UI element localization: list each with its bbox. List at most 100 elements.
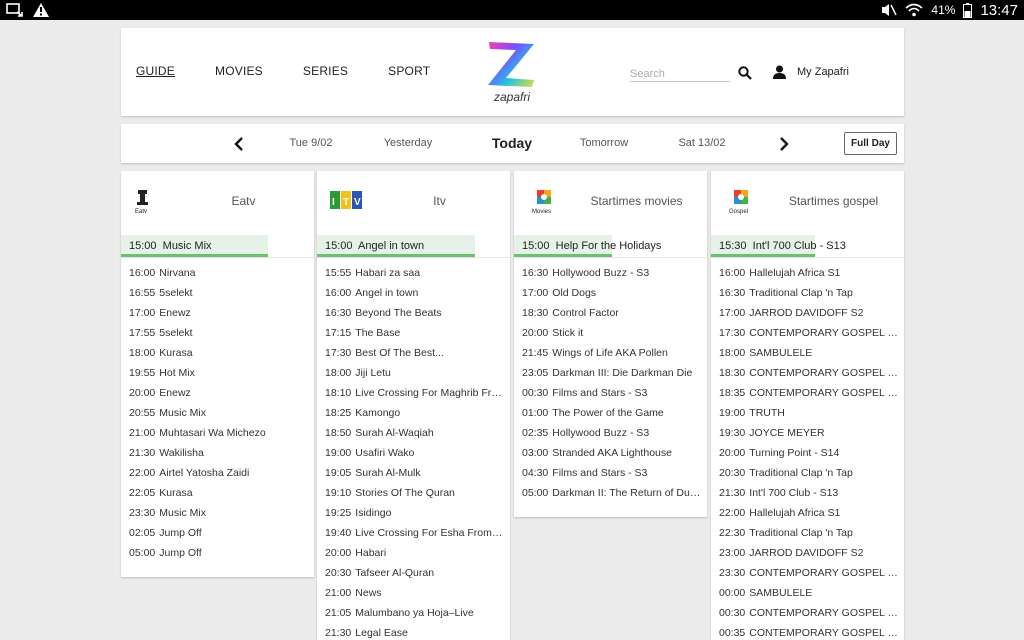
program-row[interactable]: 17:55 5selekt xyxy=(121,323,314,343)
now-playing[interactable]: 15:00 Music Mix xyxy=(121,231,314,258)
program-row[interactable]: 03:00 Stranded AKA Lighthouse xyxy=(514,443,707,463)
program-row[interactable]: 18:30 Control Factor xyxy=(514,303,707,323)
program-time: 00:30 xyxy=(522,387,549,399)
now-playing[interactable]: 15:00 Angel in town xyxy=(317,231,510,258)
program-row[interactable]: 16:30 Hollywood Buzz - S3 xyxy=(514,263,707,283)
my-account-link[interactable]: My Zapafri xyxy=(797,66,849,78)
program-time: 21:45 xyxy=(522,347,549,359)
date-sat[interactable]: Sat 13/02 xyxy=(678,137,725,149)
program-row[interactable]: 17:00 JARROD DAVIDOFF S2 xyxy=(711,303,904,323)
user-icon[interactable] xyxy=(773,65,786,79)
date-today[interactable]: Today xyxy=(492,135,532,151)
nav-guide[interactable]: GUIDE xyxy=(136,64,175,78)
program-row[interactable]: 23:05 Darkman III: Die Darkman Die xyxy=(514,363,707,383)
program-row[interactable]: 20:00 Turning Point - S14 xyxy=(711,443,904,463)
program-row[interactable]: 18:35 CONTEMPORARY GOSPEL (30) xyxy=(711,383,904,403)
program-row[interactable]: 17:30 Best Of The Best... xyxy=(317,343,510,363)
program-row[interactable]: 19:40 Live Crossing For Esha From M... xyxy=(317,523,510,543)
now-playing[interactable]: 15:00 Help For the Holidays xyxy=(514,231,707,258)
search-icon[interactable] xyxy=(738,66,752,80)
chevron-right-icon[interactable] xyxy=(777,136,791,152)
now-playing-title: Int'l 700 Club - S13 xyxy=(752,240,846,252)
program-row[interactable]: 21:05 Malumbano ya Hoja–Live xyxy=(317,603,510,623)
program-row[interactable]: 23:00 JARROD DAVIDOFF S2 xyxy=(711,543,904,563)
date-tue[interactable]: Tue 9/02 xyxy=(289,137,332,149)
zapafri-logo[interactable]: zapafri xyxy=(486,40,538,106)
chevron-left-icon[interactable] xyxy=(232,136,246,152)
program-row[interactable]: 18:00 Kurasa xyxy=(121,343,314,363)
date-yesterday[interactable]: Yesterday xyxy=(384,137,433,149)
program-row[interactable]: 16:30 Beyond The Beats xyxy=(317,303,510,323)
program-row[interactable]: 18:25 Kamongo xyxy=(317,403,510,423)
program-row[interactable]: 00:30 Films and Stars - S3 xyxy=(514,383,707,403)
program-row[interactable]: 22:00 Hallelujah Africa S1 xyxy=(711,503,904,523)
program-row[interactable]: 21:30 Wakilisha xyxy=(121,443,314,463)
program-row[interactable]: 18:10 Live Crossing For Maghrib Fro... xyxy=(317,383,510,403)
program-row[interactable]: 16:55 5selekt xyxy=(121,283,314,303)
program-time: 20:30 xyxy=(719,467,746,479)
channel-header[interactable]: Gospel Startimes gospel xyxy=(711,171,904,231)
program-row[interactable]: 21:30 Int'l 700 Club - S13 xyxy=(711,483,904,503)
program-row[interactable]: 21:30 Legal Ease xyxy=(317,623,510,640)
program-row[interactable]: 20:30 Traditional Clap 'n Tap xyxy=(711,463,904,483)
program-row[interactable]: 19:00 TRUTH xyxy=(711,403,904,423)
program-row[interactable]: 21:00 Muhtasari Wa Michezo xyxy=(121,423,314,443)
program-row[interactable]: 15:55 Habari za saa xyxy=(317,263,510,283)
channel-header[interactable]: I T V Itv xyxy=(317,171,510,231)
program-title: Stranded AKA Lighthouse xyxy=(552,447,672,459)
program-row[interactable]: 04:30 Films and Stars - S3 xyxy=(514,463,707,483)
channel-header[interactable]: Eatv Eatv xyxy=(121,171,314,231)
program-row[interactable]: 22:30 Traditional Clap 'n Tap xyxy=(711,523,904,543)
program-row[interactable]: 17:30 CONTEMPORARY GOSPEL (30) xyxy=(711,323,904,343)
program-row[interactable]: 16:00 Nirvana xyxy=(121,263,314,283)
program-row[interactable]: 19:05 Surah Al-Mulk xyxy=(317,463,510,483)
program-row[interactable]: 17:00 Enewz xyxy=(121,303,314,323)
date-tomorrow[interactable]: Tomorrow xyxy=(580,137,628,149)
program-row[interactable]: 19:10 Stories Of The Quran xyxy=(317,483,510,503)
program-row[interactable]: 18:30 CONTEMPORARY GOSPEL (30) xyxy=(711,363,904,383)
channel-header[interactable]: Movies Startimes movies xyxy=(514,171,707,231)
program-row[interactable]: 20:30 Tafseer Al-Quran xyxy=(317,563,510,583)
channel-name: Startimes gospel xyxy=(788,194,879,208)
program-row[interactable]: 23:30 Music Mix xyxy=(121,503,314,523)
program-row[interactable]: 02:35 Hollywood Buzz - S3 xyxy=(514,423,707,443)
program-row[interactable]: 00:35 CONTEMPORARY GOSPEL (30) xyxy=(711,623,904,640)
program-row[interactable]: 05:00 Darkman II: The Return of Dura... xyxy=(514,483,707,503)
program-row[interactable]: 20:55 Music Mix xyxy=(121,403,314,423)
program-row[interactable]: 20:00 Enewz xyxy=(121,383,314,403)
program-row[interactable]: 16:00 Angel in town xyxy=(317,283,510,303)
program-row[interactable]: 20:00 Stick it xyxy=(514,323,707,343)
program-row[interactable]: 17:15 The Base xyxy=(317,323,510,343)
program-row[interactable]: 22:00 Airtel Yatosha Zaidi xyxy=(121,463,314,483)
full-day-button[interactable]: Full Day xyxy=(844,132,897,155)
program-row[interactable]: 17:00 Old Dogs xyxy=(514,283,707,303)
nav-movies[interactable]: MOVIES xyxy=(215,64,263,78)
program-row[interactable]: 23:30 CONTEMPORARY GOSPEL (30) xyxy=(711,563,904,583)
program-row[interactable]: 19:30 JOYCE MEYER xyxy=(711,423,904,443)
now-playing[interactable]: 15:30 Int'l 700 Club - S13 xyxy=(711,231,904,258)
nav-sport[interactable]: SPORT xyxy=(388,64,430,78)
program-row[interactable]: 19:00 Usafiri Wako xyxy=(317,443,510,463)
search-input[interactable] xyxy=(630,66,730,82)
program-row[interactable]: 22:05 Kurasa xyxy=(121,483,314,503)
program-row[interactable]: 16:30 Traditional Clap 'n Tap xyxy=(711,283,904,303)
program-row[interactable]: 18:50 Surah Al-Waqiah xyxy=(317,423,510,443)
program-row[interactable]: 05:00 Jump Off xyxy=(121,543,314,563)
program-time: 17:00 xyxy=(522,287,549,299)
program-row[interactable]: 00:30 CONTEMPORARY GOSPEL (30) xyxy=(711,603,904,623)
program-time: 20:55 xyxy=(129,407,156,419)
program-row[interactable]: 16:00 Hallelujah Africa S1 xyxy=(711,263,904,283)
program-row[interactable]: 21:00 News xyxy=(317,583,510,603)
program-row[interactable]: 01:00 The Power of the Game xyxy=(514,403,707,423)
program-row[interactable]: 18:00 Jiji Letu xyxy=(317,363,510,383)
program-row[interactable]: 19:55 Hot Mix xyxy=(121,363,314,383)
program-row[interactable]: 20:00 Habari xyxy=(317,543,510,563)
program-row[interactable]: 18:00 SAMBULELE xyxy=(711,343,904,363)
program-row[interactable]: 00:00 SAMBULELE xyxy=(711,583,904,603)
channel-column: I T V Itv 15:00 Angel in town 15:55 Habari za … xyxy=(317,171,510,640)
nav-series[interactable]: SERIES xyxy=(303,64,348,78)
program-row[interactable]: 02:05 Jump Off xyxy=(121,523,314,543)
program-row[interactable]: 19:25 Isidingo xyxy=(317,503,510,523)
program-row[interactable]: 21:45 Wings of Life AKA Pollen xyxy=(514,343,707,363)
program-time: 05:00 xyxy=(522,487,549,499)
